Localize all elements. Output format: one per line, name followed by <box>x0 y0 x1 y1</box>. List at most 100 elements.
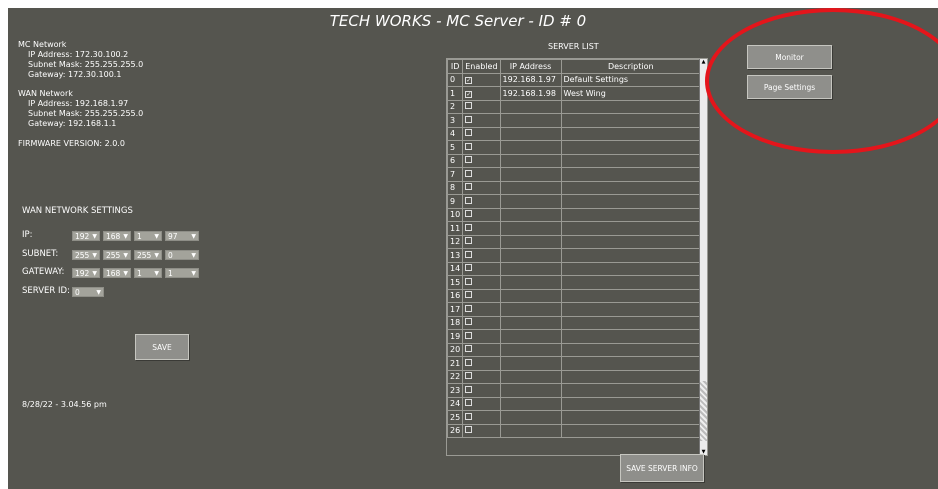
enabled-checkbox[interactable] <box>465 277 473 285</box>
enabled-checkbox[interactable] <box>465 183 473 191</box>
table-row[interactable]: 14 <box>447 261 702 276</box>
table-row[interactable]: 0 ✓ 192.168.1.97 Default Settings <box>447 72 702 87</box>
enabled-checkbox[interactable] <box>465 372 473 380</box>
enabled-checkbox[interactable] <box>465 399 473 407</box>
row-description[interactable] <box>560 396 702 411</box>
table-row[interactable]: 7 <box>447 167 702 182</box>
ip-octet-2-select[interactable]: 168 ▼ <box>103 231 131 241</box>
row-ip[interactable] <box>499 288 562 303</box>
server-id-select[interactable]: 0 ▼ <box>72 287 104 297</box>
table-row[interactable]: 26 <box>447 423 702 438</box>
row-ip[interactable] <box>499 194 562 209</box>
row-description[interactable] <box>560 153 702 168</box>
row-description[interactable] <box>560 207 702 222</box>
table-row[interactable]: 4 <box>447 126 702 141</box>
row-ip[interactable] <box>499 396 562 411</box>
enabled-checkbox[interactable] <box>465 264 473 272</box>
table-row[interactable]: 22 <box>447 369 702 384</box>
row-ip[interactable]: 192.168.1.98 <box>499 86 562 101</box>
row-ip[interactable] <box>499 356 562 371</box>
table-row[interactable]: 8 <box>447 180 702 195</box>
row-description[interactable] <box>560 288 702 303</box>
row-description[interactable] <box>560 302 702 317</box>
table-row[interactable]: 24 <box>447 396 702 411</box>
row-description[interactable] <box>560 234 702 249</box>
enabled-checkbox[interactable] <box>465 426 473 434</box>
row-description[interactable] <box>560 423 702 438</box>
row-ip[interactable] <box>499 383 562 398</box>
table-row[interactable]: 18 <box>447 315 702 330</box>
table-row[interactable]: 15 <box>447 275 702 290</box>
table-row[interactable]: 21 <box>447 356 702 371</box>
row-ip[interactable] <box>499 126 562 141</box>
table-row[interactable]: 2 <box>447 99 702 114</box>
table-row[interactable]: 1 ✓ 192.168.1.98 West Wing <box>447 86 702 101</box>
table-row[interactable]: 19 <box>447 329 702 344</box>
row-ip[interactable] <box>499 221 562 236</box>
ip-octet-1-select[interactable]: 192 ▼ <box>72 231 100 241</box>
row-ip[interactable] <box>499 207 562 222</box>
row-ip[interactable] <box>499 99 562 114</box>
enabled-checkbox[interactable] <box>465 142 473 150</box>
row-description[interactable] <box>560 383 702 398</box>
row-ip[interactable] <box>499 167 562 182</box>
enabled-checkbox[interactable] <box>465 102 473 110</box>
subnet-octet-1-select[interactable]: 255 ▼ <box>72 250 100 260</box>
row-ip[interactable] <box>499 423 562 438</box>
row-ip[interactable] <box>499 261 562 276</box>
server-list-table[interactable]: ID Enabled IP Address Description 0 ✓ 192.… <box>446 58 708 456</box>
row-description[interactable] <box>560 329 702 344</box>
row-description[interactable] <box>560 180 702 195</box>
save-server-info-button[interactable]: SAVE SERVER INFO <box>620 454 704 482</box>
enabled-checkbox[interactable]: ✓ <box>465 90 473 98</box>
row-description[interactable] <box>560 167 702 182</box>
row-ip[interactable] <box>499 140 562 155</box>
row-ip[interactable] <box>499 248 562 263</box>
enabled-checkbox[interactable] <box>465 129 473 137</box>
row-description[interactable] <box>560 261 702 276</box>
gateway-octet-2-select[interactable]: 168 ▼ <box>103 268 131 278</box>
table-row[interactable]: 20 <box>447 342 702 357</box>
row-description[interactable]: Default Settings <box>560 72 702 87</box>
row-description[interactable] <box>560 194 702 209</box>
subnet-octet-4-select[interactable]: 0 ▼ <box>165 250 199 260</box>
enabled-checkbox[interactable] <box>465 156 473 164</box>
table-row[interactable]: 16 <box>447 288 702 303</box>
enabled-checkbox[interactable] <box>465 237 473 245</box>
scrollbar-thumb[interactable] <box>700 381 707 441</box>
enabled-checkbox[interactable] <box>465 169 473 177</box>
table-row[interactable]: 17 <box>447 302 702 317</box>
row-description[interactable] <box>560 410 702 425</box>
enabled-checkbox[interactable] <box>465 196 473 204</box>
scroll-up-icon[interactable]: ▲ <box>700 59 707 65</box>
row-ip[interactable] <box>499 180 562 195</box>
row-ip[interactable] <box>499 329 562 344</box>
table-row[interactable]: 10 <box>447 207 702 222</box>
row-ip[interactable]: 192.168.1.97 <box>499 72 562 87</box>
table-scrollbar[interactable]: ▲ ▼ <box>699 59 707 455</box>
enabled-checkbox[interactable]: ✓ <box>465 77 473 85</box>
gateway-octet-4-select[interactable]: 1 ▼ <box>165 268 199 278</box>
row-description[interactable] <box>560 140 702 155</box>
table-row[interactable]: 3 <box>447 113 702 128</box>
enabled-checkbox[interactable] <box>465 412 473 420</box>
row-description[interactable] <box>560 369 702 384</box>
row-description[interactable] <box>560 275 702 290</box>
row-ip[interactable] <box>499 234 562 249</box>
row-description[interactable] <box>560 113 702 128</box>
row-description[interactable] <box>560 248 702 263</box>
table-row[interactable]: 9 <box>447 194 702 209</box>
enabled-checkbox[interactable] <box>465 250 473 258</box>
row-description[interactable]: West Wing <box>560 86 702 101</box>
enabled-checkbox[interactable] <box>465 210 473 218</box>
enabled-checkbox[interactable] <box>465 318 473 326</box>
enabled-checkbox[interactable] <box>465 385 473 393</box>
row-description[interactable] <box>560 221 702 236</box>
ip-octet-4-select[interactable]: 97 ▼ <box>165 231 199 241</box>
enabled-checkbox[interactable] <box>465 223 473 231</box>
gateway-octet-1-select[interactable]: 192 ▼ <box>72 268 100 278</box>
table-row[interactable]: 25 <box>447 410 702 425</box>
row-description[interactable] <box>560 126 702 141</box>
enabled-checkbox[interactable] <box>465 358 473 366</box>
table-row[interactable]: 13 <box>447 248 702 263</box>
